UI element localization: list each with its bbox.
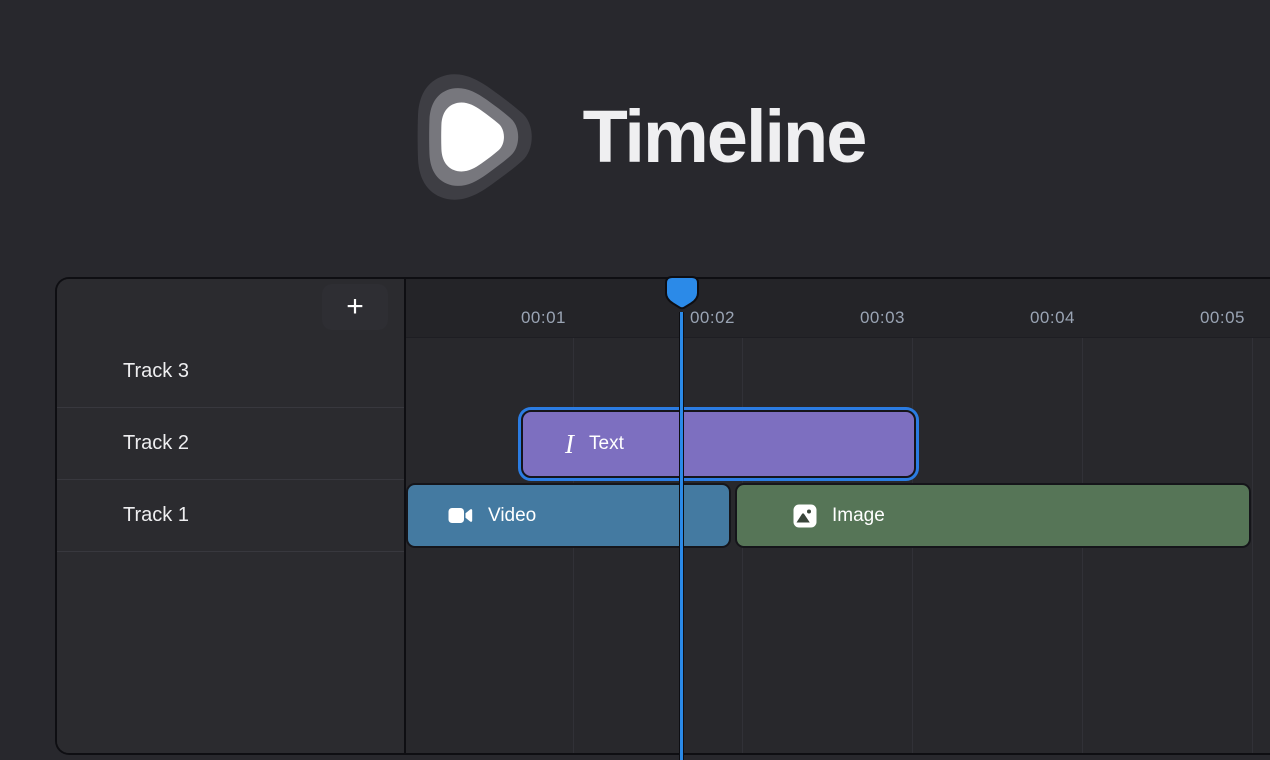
track-label: Track 3 [123, 360, 189, 383]
clip-label: Text [589, 433, 624, 455]
track-header-track-3[interactable]: Track 3 [57, 336, 404, 408]
playhead-line[interactable] [679, 312, 684, 760]
add-track-button[interactable]: + [322, 284, 388, 330]
clip-label: Video [488, 505, 536, 527]
timeline-panel: + Track 3 Track 2 Track 1 00:01 00:02 00… [55, 277, 1270, 755]
tick-label-00-04: 00:04 [995, 308, 1075, 328]
tick-label-00-03: 00:03 [825, 308, 905, 328]
track-header-track-2[interactable]: Track 2 [57, 408, 404, 480]
play-logo-icon [405, 67, 545, 207]
clip-image[interactable]: Image [735, 483, 1251, 548]
time-ruler[interactable]: 00:01 00:02 00:03 00:04 00:05 [406, 279, 1270, 338]
clip-text-selected[interactable]: I Text [521, 410, 916, 478]
track-label: Track 2 [123, 432, 189, 455]
tick-label-00-05: 00:05 [1165, 308, 1245, 328]
track-header-track-1[interactable]: Track 1 [57, 480, 404, 552]
track-list-column: + Track 3 Track 2 Track 1 [57, 279, 406, 753]
timeline-area: 00:01 00:02 00:03 00:04 00:05 I Text Vid… [406, 279, 1270, 753]
video-camera-icon [448, 506, 473, 525]
tick-label-00-01: 00:01 [486, 308, 566, 328]
plus-icon: + [346, 292, 364, 322]
track-list-header: + [57, 279, 404, 336]
clip-label: Image [832, 505, 885, 527]
image-icon [793, 504, 817, 528]
text-cursor-icon: I [565, 431, 574, 458]
track-label: Track 1 [123, 504, 189, 527]
playhead-handle[interactable] [663, 275, 701, 313]
gridline [1252, 279, 1253, 753]
page-title: Timeline [583, 100, 866, 174]
app-header: Timeline [0, 62, 1270, 212]
